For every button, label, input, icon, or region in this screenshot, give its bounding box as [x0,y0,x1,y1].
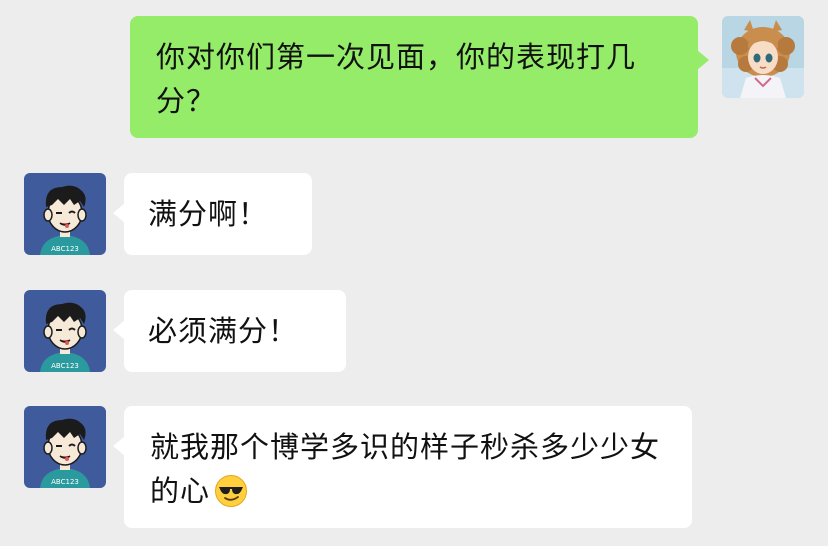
contact-avatar[interactable]: ABC123 [24,173,106,255]
svg-text:ABC123: ABC123 [51,362,79,370]
bubble-tail [113,203,125,223]
cartoon-boy-avatar-icon: ABC123 [24,173,106,255]
message-bubble-mine[interactable]: 你对你们第一次见面，你的表现打几分？ [130,16,709,138]
message-bubble-contact[interactable]: 必须满分！ [113,290,346,372]
cartoon-boy-avatar-icon: ABC123 [24,290,106,372]
anime-girl-avatar-icon [722,16,804,98]
svg-text:ABC123: ABC123 [51,245,79,253]
message-text: 必须满分！ [148,314,299,348]
svg-text:ABC123: ABC123 [51,478,79,486]
bubble-tail [113,320,125,340]
bubble-tail [113,436,125,456]
sunglasses-emoji-icon [215,475,248,507]
message-text: 满分啊！ [148,197,269,231]
message-bubble-contact[interactable]: 就我那个博学多识的样子秒杀多少少女的心 [113,406,692,528]
cartoon-boy-avatar-icon: ABC123 [24,406,106,488]
bubble-tail [697,50,709,70]
contact-avatar[interactable]: ABC123 [24,406,106,488]
contact-avatar[interactable]: ABC123 [24,290,106,372]
my-avatar[interactable] [722,16,804,98]
message-bubble-contact[interactable]: 满分啊！ [113,173,312,255]
message-text: 你对你们第一次见面，你的表现打几分？ [156,40,637,118]
